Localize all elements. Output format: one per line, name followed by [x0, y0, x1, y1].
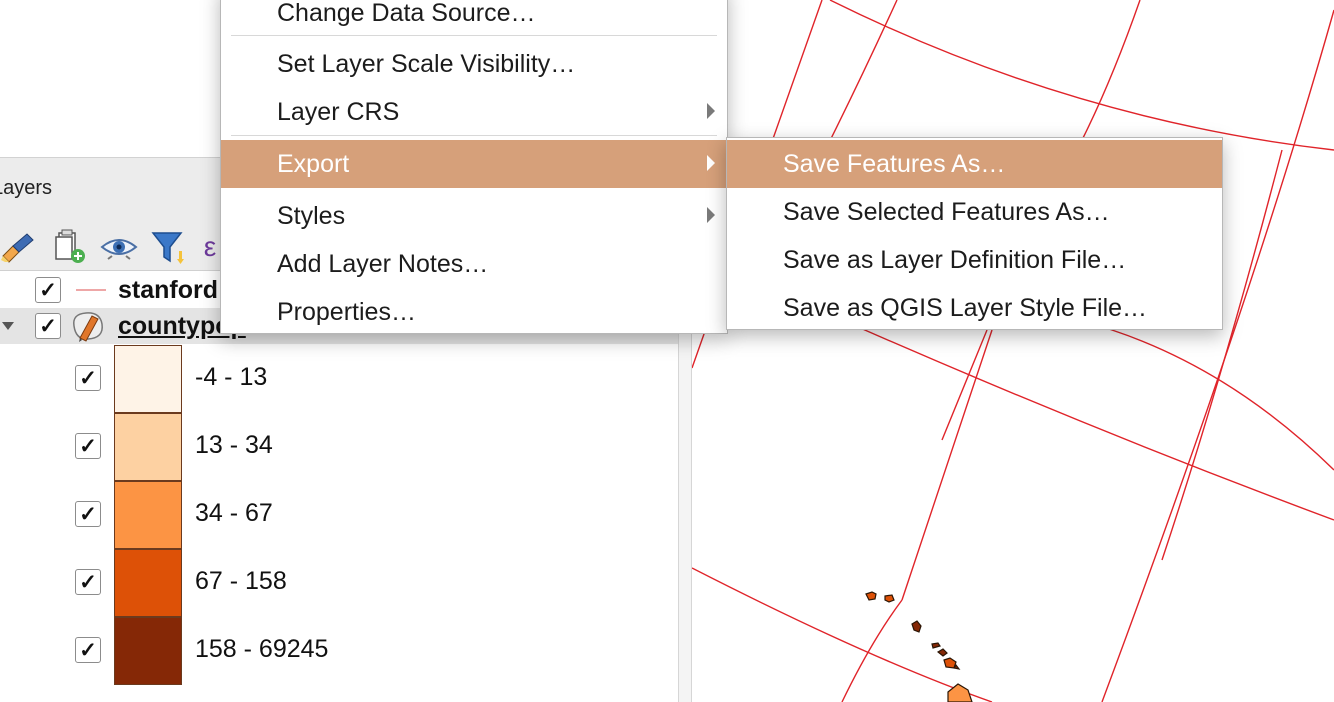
- submenu-arrow-icon: [707, 155, 715, 171]
- class-visibility-checkbox[interactable]: ✓: [75, 501, 101, 527]
- menu-item-save-features-as[interactable]: Save Features As…: [727, 140, 1222, 188]
- menu-item-properties[interactable]: Properties…: [221, 288, 727, 336]
- style-brush-icon[interactable]: [0, 223, 40, 271]
- class-label: 34 - 67: [195, 499, 273, 527]
- map-canvas[interactable]: [692, 0, 1334, 702]
- collapse-arrow-icon[interactable]: [0, 320, 16, 332]
- menu-item-label: Save Selected Features As…: [783, 197, 1110, 226]
- expression-icon[interactable]: ε: [198, 223, 222, 271]
- class-color-swatch: [114, 481, 182, 549]
- menu-separator: [231, 135, 717, 136]
- menu-item-label: Save as QGIS Layer Style File…: [783, 293, 1148, 322]
- menu-item-add-layer-notes[interactable]: Add Layer Notes…: [221, 240, 727, 288]
- layer-context-menu: Change Data Source… Set Layer Scale Visi…: [220, 0, 728, 334]
- map-graticule: [692, 0, 1334, 702]
- layer-tree: ✓ stanford ✓ countypop ✓ -4 - 13 ✓ 13 - …: [0, 272, 680, 702]
- class-color-swatch: [114, 549, 182, 617]
- class-visibility-checkbox[interactable]: ✓: [75, 365, 101, 391]
- menu-item-label: Export: [277, 149, 350, 178]
- menu-item-label: Save Features As…: [783, 149, 1006, 178]
- menu-item-label: Properties…: [277, 297, 416, 326]
- panel-title: Layers: [0, 177, 53, 199]
- menu-item-layer-crs[interactable]: Layer CRS: [221, 88, 727, 136]
- polygon-edit-icon: [73, 312, 103, 342]
- filter-funnel-icon[interactable]: [150, 223, 190, 271]
- class-label: 13 - 34: [195, 431, 273, 459]
- add-group-icon[interactable]: [50, 223, 90, 271]
- class-visibility-checkbox[interactable]: ✓: [75, 569, 101, 595]
- layer-tree-scrollbar[interactable]: [678, 272, 692, 702]
- menu-item-set-layer-scale-visibility[interactable]: Set Layer Scale Visibility…: [221, 40, 727, 88]
- layer-name[interactable]: stanford: [118, 276, 218, 305]
- class-label: 67 - 158: [195, 567, 287, 595]
- menu-item-styles[interactable]: Styles: [221, 192, 727, 240]
- menu-item-label: Add Layer Notes…: [277, 249, 489, 278]
- class-color-swatch: [114, 413, 182, 481]
- menu-item-save-qgis-layer-style-file[interactable]: Save as QGIS Layer Style File…: [727, 284, 1222, 332]
- legend-class-row[interactable]: ✓ 67 - 158: [0, 549, 680, 617]
- line-symbol-icon: [76, 289, 106, 291]
- class-label: 158 - 69245: [195, 635, 329, 663]
- legend-class-row[interactable]: ✓ 13 - 34: [0, 413, 680, 481]
- hawaii-islands: [865, 591, 973, 702]
- class-color-swatch: [114, 617, 182, 685]
- menu-item-change-data-source[interactable]: Change Data Source…: [221, 0, 727, 37]
- submenu-arrow-icon: [707, 207, 715, 223]
- visibility-eye-icon[interactable]: [100, 223, 138, 271]
- layer-visibility-checkbox[interactable]: ✓: [35, 313, 61, 339]
- legend-class-row[interactable]: ✓ 34 - 67: [0, 481, 680, 549]
- class-visibility-checkbox[interactable]: ✓: [75, 433, 101, 459]
- submenu-arrow-icon: [707, 103, 715, 119]
- layer-visibility-checkbox[interactable]: ✓: [35, 277, 61, 303]
- legend-class-row[interactable]: ✓ -4 - 13: [0, 345, 680, 413]
- class-visibility-checkbox[interactable]: ✓: [75, 637, 101, 663]
- menu-item-save-layer-definition-file[interactable]: Save as Layer Definition File…: [727, 236, 1222, 284]
- menu-separator: [231, 35, 717, 36]
- class-label: -4 - 13: [195, 363, 268, 391]
- menu-item-save-selected-features-as[interactable]: Save Selected Features As…: [727, 188, 1222, 236]
- menu-item-label: Layer CRS: [277, 97, 400, 126]
- legend-class-row[interactable]: ✓ 158 - 69245: [0, 617, 680, 685]
- menu-item-label: Styles: [277, 201, 346, 230]
- menu-item-label: Set Layer Scale Visibility…: [277, 49, 576, 78]
- export-submenu: Save Features As… Save Selected Features…: [726, 137, 1223, 330]
- menu-item-export[interactable]: Export: [221, 140, 727, 188]
- class-color-swatch: [114, 345, 182, 413]
- menu-item-label: Save as Layer Definition File…: [783, 245, 1127, 274]
- menu-item-label: Change Data Source…: [277, 0, 536, 27]
